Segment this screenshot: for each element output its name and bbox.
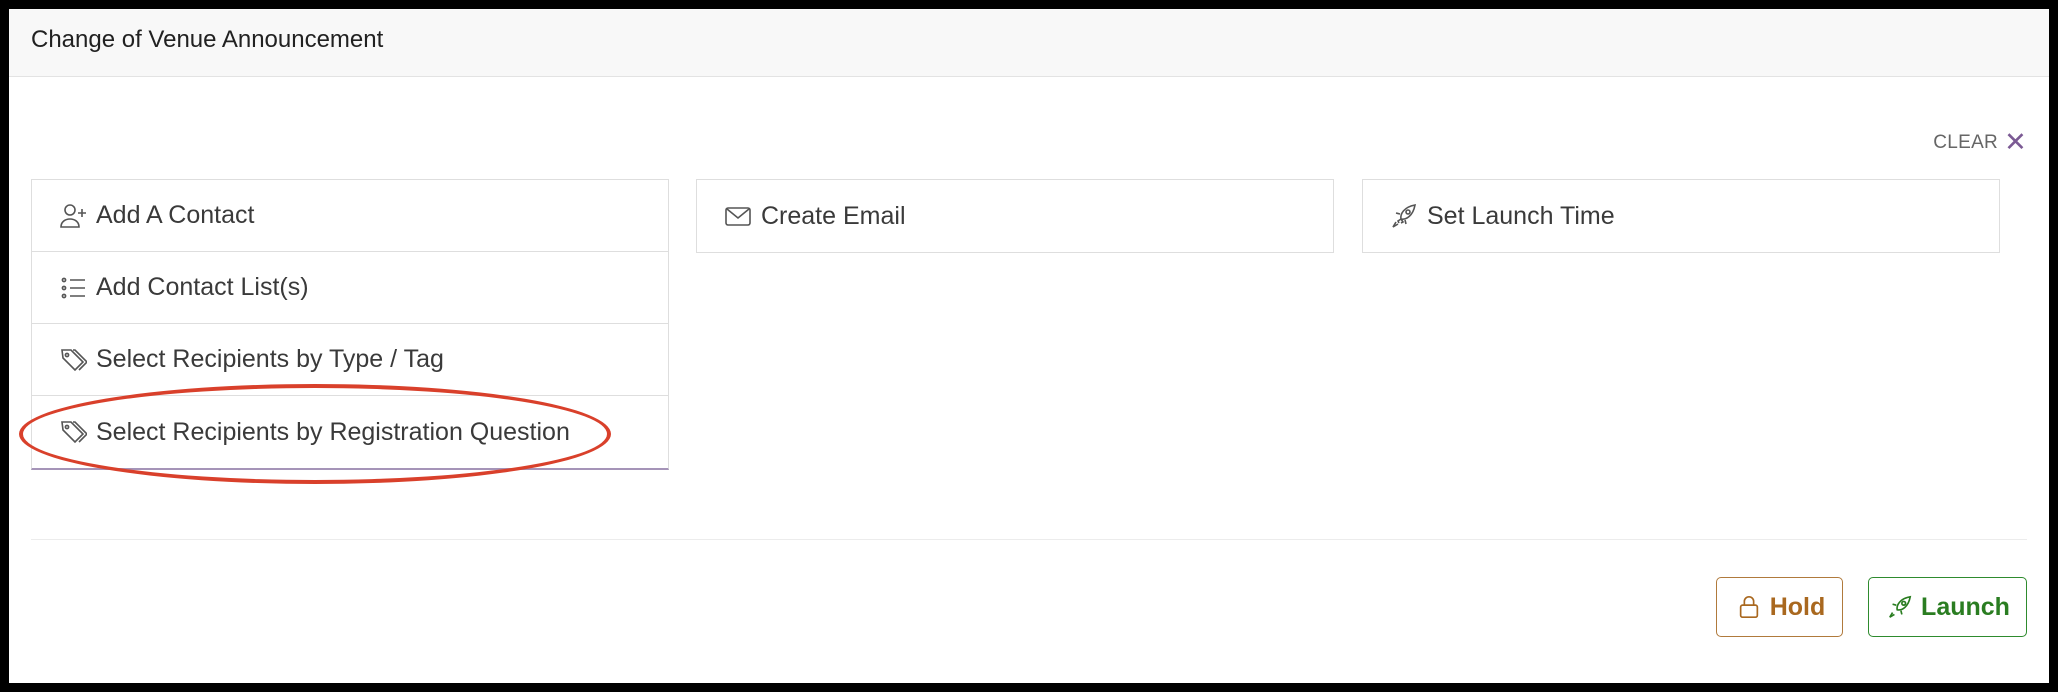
launch-button[interactable]: Launch (1868, 577, 2027, 637)
envelope-icon (723, 201, 753, 231)
panel-header: Change of Venue Announcement (9, 9, 2049, 77)
clear-label: CLEAR (1933, 131, 1999, 153)
clear-button[interactable]: CLEAR ✕ (1933, 129, 2027, 156)
page-title: Change of Venue Announcement (31, 26, 384, 53)
list-icon (58, 273, 88, 303)
lock-icon (1734, 592, 1764, 622)
email-panel: Create Email (696, 179, 1334, 253)
select-by-tag-item[interactable]: Select Recipients by Type / Tag (32, 324, 668, 396)
add-contact-item[interactable]: Add A Contact (32, 180, 668, 252)
tag-icon (58, 345, 88, 375)
create-email-label: Create Email (761, 201, 906, 230)
footer-divider (31, 539, 2027, 540)
add-contact-label: Add A Contact (96, 201, 255, 229)
set-launch-time-item[interactable]: Set Launch Time (1363, 180, 1999, 252)
tag-icon (58, 417, 88, 447)
select-by-tag-label: Select Recipients by Type / Tag (96, 345, 444, 373)
create-email-item[interactable]: Create Email (697, 180, 1333, 252)
close-icon: ✕ (2004, 127, 2027, 157)
rocket-icon (1885, 592, 1915, 622)
add-contact-list-item[interactable]: Add Contact List(s) (32, 252, 668, 324)
hold-button[interactable]: Hold (1716, 577, 1843, 637)
rocket-icon (1389, 201, 1419, 231)
select-by-registration-item[interactable]: Select Recipients by Registration Questi… (32, 396, 668, 468)
modal-panel: Change of Venue Announcement CLEAR ✕ Add… (9, 9, 2049, 683)
set-launch-time-label: Set Launch Time (1427, 201, 1615, 230)
launch-label: Launch (1921, 592, 2010, 621)
recipients-panel: Add A Contact Add Contact List(s) Select… (31, 179, 669, 470)
select-by-registration-label: Select Recipients by Registration Questi… (96, 417, 570, 446)
add-user-icon (58, 201, 88, 231)
hold-label: Hold (1769, 592, 1826, 621)
add-contact-list-label: Add Contact List(s) (96, 273, 309, 301)
launch-time-panel: Set Launch Time (1362, 179, 2000, 253)
